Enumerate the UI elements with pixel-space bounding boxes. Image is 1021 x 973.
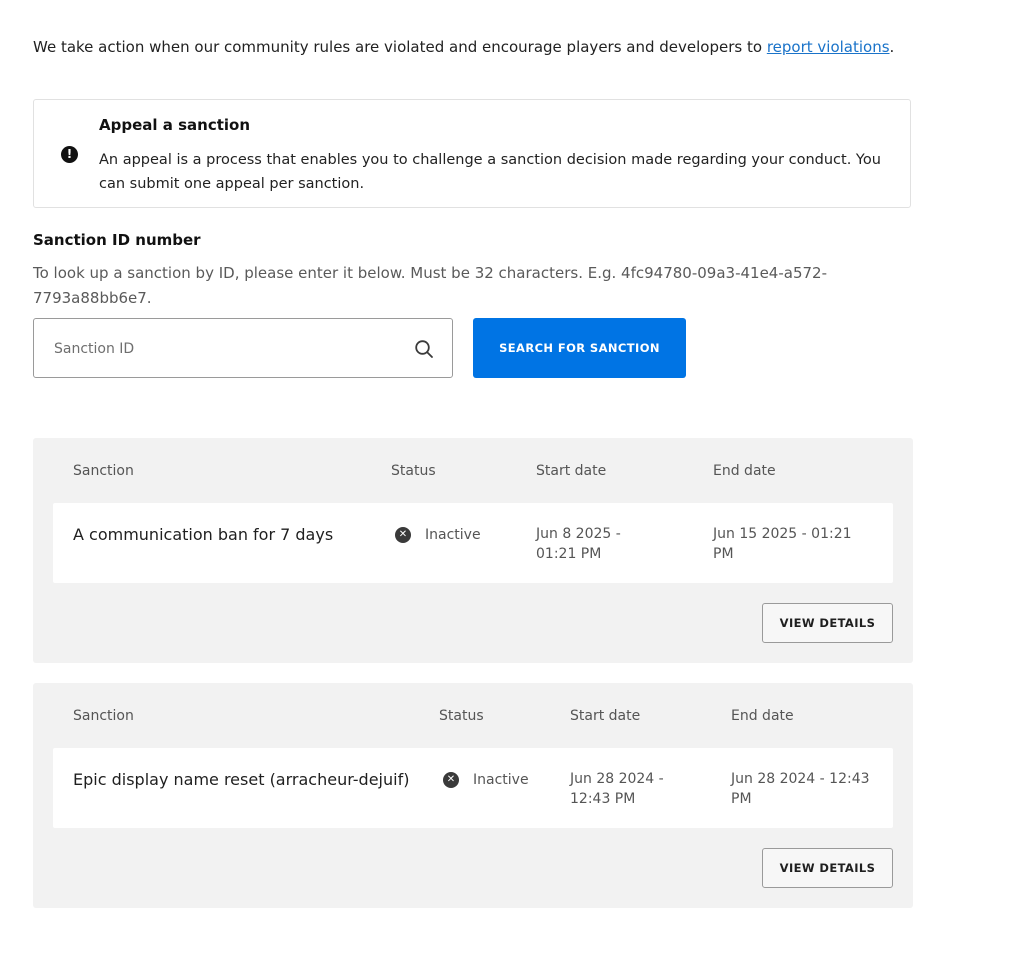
sanction-row: Epic display name reset (arracheur-dejui… <box>53 748 893 828</box>
sanction-row: A communication ban for 7 days ✕ Inactiv… <box>53 503 893 583</box>
report-violations-link[interactable]: report violations <box>767 38 890 56</box>
sanction-card: Sanction Status Start date End date A co… <box>33 438 913 663</box>
sanction-id-input[interactable] <box>52 319 396 379</box>
status-badge: Inactive <box>473 772 529 788</box>
sanction-card: Sanction Status Start date End date Epic… <box>33 683 913 908</box>
header-end-date: End date <box>713 463 776 479</box>
status-badge: Inactive <box>425 527 481 543</box>
start-date: Jun 8 2025 - 01:21 PM <box>536 524 621 564</box>
search-for-sanction-button[interactable]: SEARCH FOR SANCTION <box>473 318 686 378</box>
view-details-button[interactable]: VIEW DETAILS <box>762 848 893 888</box>
search-icon[interactable] <box>414 339 434 359</box>
sanction-name: A communication ban for 7 days <box>73 525 334 544</box>
appeal-info-box: ! Appeal a sanction An appeal is a proce… <box>33 99 911 208</box>
header-sanction: Sanction <box>73 463 134 479</box>
header-status: Status <box>439 708 484 724</box>
view-details-button[interactable]: VIEW DETAILS <box>762 603 893 643</box>
start-date: Jun 28 2024 - 12:43 PM <box>570 769 664 809</box>
start-date-line1: Jun 8 2025 - <box>536 526 621 542</box>
x-circle-icon: ✕ <box>395 527 411 543</box>
intro-text: We take action when our community rules … <box>33 38 767 56</box>
end-date-line2: PM <box>731 791 752 807</box>
header-end-date: End date <box>731 708 794 724</box>
sanction-search-field[interactable] <box>33 318 453 379</box>
end-date: Jun 28 2024 - 12:43 PM <box>731 769 870 809</box>
sanction-name: Epic display name reset (arracheur-dejui… <box>73 770 410 789</box>
x-circle-icon: ✕ <box>443 772 459 788</box>
appeal-description: An appeal is a process that enables you … <box>99 152 881 192</box>
header-start-date: Start date <box>570 708 641 724</box>
end-date-line2: PM <box>713 546 734 562</box>
header-status: Status <box>391 463 436 479</box>
intro-suffix: . <box>889 38 895 56</box>
sanction-id-label: Sanction ID number <box>33 231 201 249</box>
start-date-line2: 01:21 PM <box>536 546 602 562</box>
end-date: Jun 15 2025 - 01:21 PM <box>713 524 852 564</box>
exclamation-circle-icon: ! <box>61 146 78 163</box>
header-start-date: Start date <box>536 463 607 479</box>
start-date-line1: Jun 28 2024 - <box>570 771 664 787</box>
end-date-line1: Jun 15 2025 - 01:21 <box>713 526 852 542</box>
appeal-title: Appeal a sanction <box>99 116 251 134</box>
sanction-id-help: To look up a sanction by ID, please ente… <box>33 264 827 307</box>
header-sanction: Sanction <box>73 708 134 724</box>
end-date-line1: Jun 28 2024 - 12:43 <box>731 771 870 787</box>
start-date-line2: 12:43 PM <box>570 791 636 807</box>
intro-paragraph: We take action when our community rules … <box>33 36 993 58</box>
